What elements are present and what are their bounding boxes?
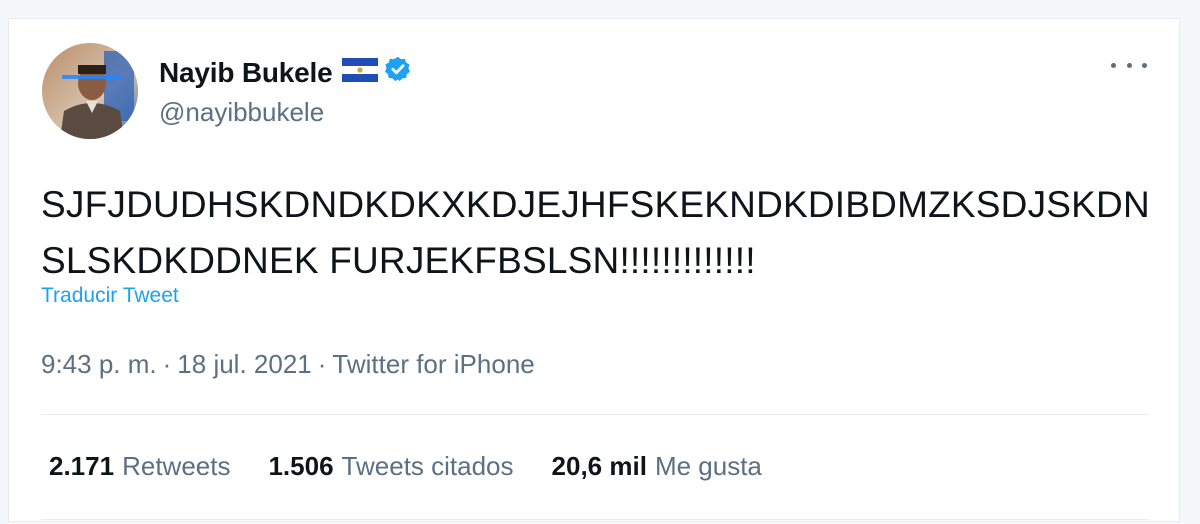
- more-dot-icon: [1111, 62, 1116, 68]
- divider: [41, 519, 1149, 520]
- tweet-card: Nayib Bukele @nayibbukele SJFJDUDHSKDNDK…: [8, 18, 1180, 522]
- tweet-text: SJFJDUDHSKDNDKDKXKDJEJHFSKEKNDKDIBDMZKSD…: [41, 184, 1150, 281]
- separator: ·: [317, 349, 327, 379]
- tweet-date[interactable]: 18 jul. 2021: [177, 349, 311, 379]
- quote-tweets-stat[interactable]: 1.506 Tweets citados: [268, 451, 513, 482]
- verified-badge-icon: [384, 55, 412, 90]
- quote-tweets-count: 1.506: [268, 451, 334, 481]
- separator: ·: [162, 349, 172, 379]
- translate-tweet-link[interactable]: Traducir Tweet: [41, 284, 179, 308]
- divider: [41, 414, 1149, 415]
- retweets-label: Retweets: [122, 451, 231, 481]
- tweet-metadata: 9:43 p. m. · 18 jul. 2021 · Twitter for iPho…: [41, 349, 535, 380]
- more-dot-icon: [1142, 62, 1147, 68]
- likes-stat[interactable]: 20,6 mil Me gusta: [552, 451, 762, 482]
- user-handle[interactable]: @nayibbukele: [159, 97, 324, 128]
- quote-tweets-label: Tweets citados: [341, 451, 514, 481]
- el-salvador-flag-icon: [342, 57, 379, 89]
- likes-label: Me gusta: [654, 451, 762, 481]
- retweets-stat[interactable]: 2.171 Retweets: [49, 451, 230, 482]
- tweet-stats: 2.171 Retweets 1.506 Tweets citados 20,6 m…: [49, 451, 800, 482]
- tweet-time[interactable]: 9:43 p. m.: [41, 349, 157, 379]
- more-dot-icon: [1126, 62, 1132, 68]
- tweet-source[interactable]: Twitter for iPhone: [332, 349, 534, 379]
- avatar-image: [42, 43, 138, 139]
- avatar[interactable]: [42, 43, 138, 139]
- retweets-count: 2.171: [49, 451, 115, 481]
- display-name[interactable]: Nayib Bukele: [159, 55, 412, 90]
- more-options-button[interactable]: [1111, 53, 1147, 77]
- display-name-text: Nayib Bukele: [159, 56, 333, 88]
- likes-count: 20,6 mil: [551, 451, 647, 481]
